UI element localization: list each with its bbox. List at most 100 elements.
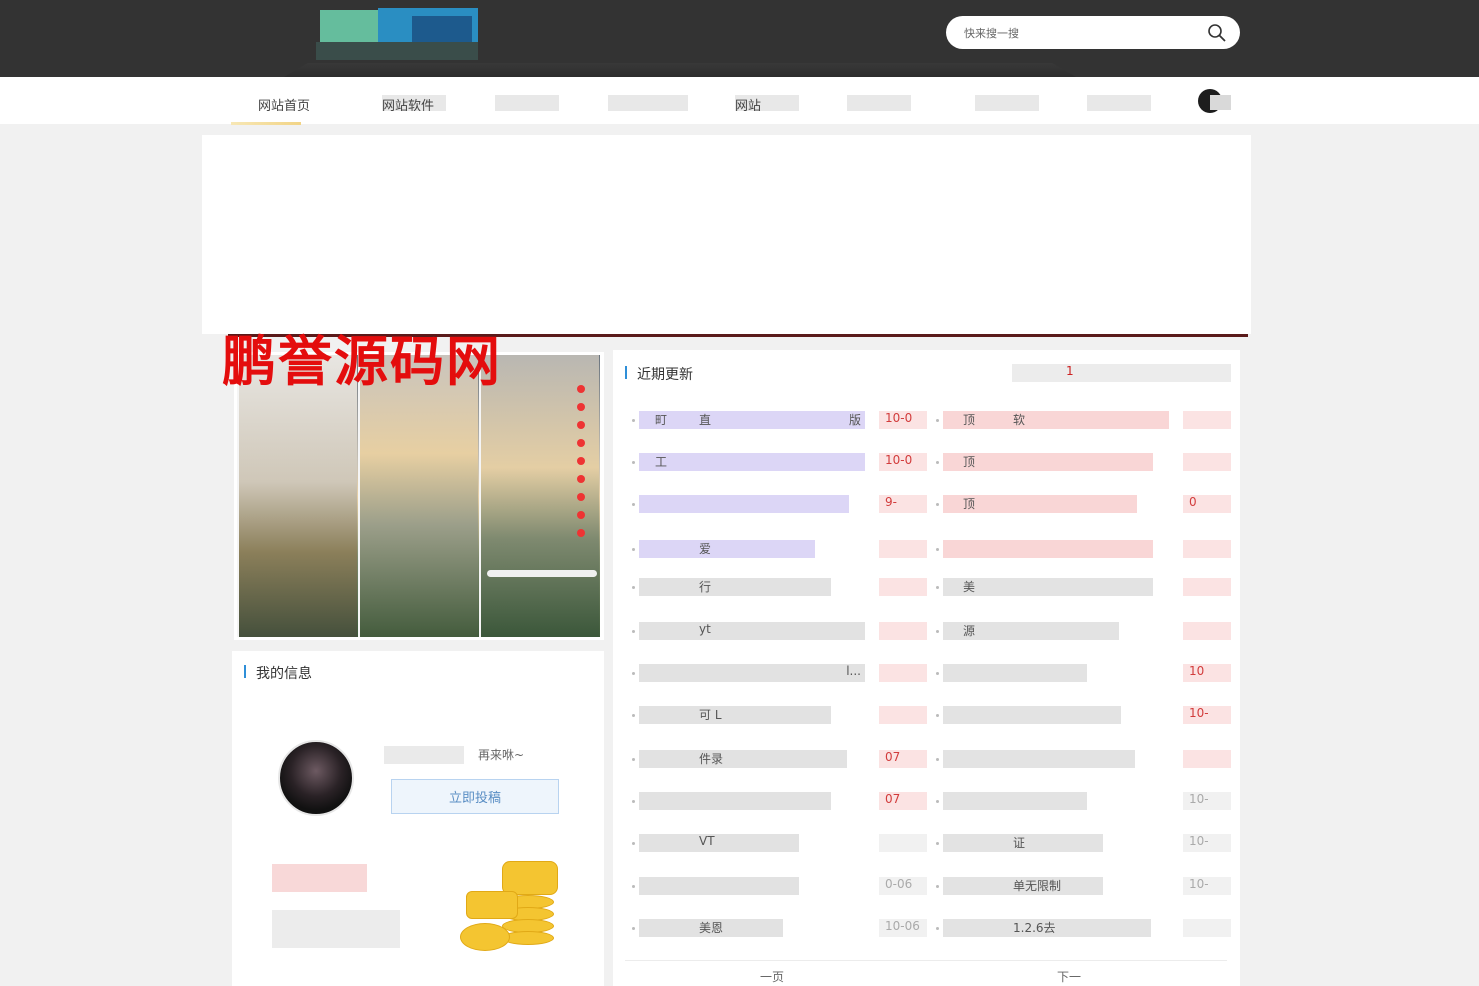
profile-avatar[interactable] bbox=[278, 740, 354, 816]
list-item-left-date[interactable] bbox=[879, 706, 927, 724]
list-bullet bbox=[632, 503, 635, 506]
nav-item-home[interactable]: 网站首页 bbox=[258, 95, 322, 111]
list-item-right-date[interactable]: 10- bbox=[1183, 792, 1231, 810]
list-item-left[interactable]: 爱 bbox=[639, 540, 815, 558]
nav-item-7[interactable] bbox=[975, 95, 1039, 111]
list-item-right[interactable]: 顶 bbox=[943, 453, 1153, 471]
list-item-left[interactable]: 直町版 bbox=[639, 411, 865, 429]
list-tab-hot[interactable]: 1 bbox=[1066, 364, 1074, 378]
list-item-right-date[interactable]: 10- bbox=[1183, 877, 1231, 895]
list-item-left[interactable] bbox=[639, 495, 849, 513]
points-label bbox=[272, 864, 367, 892]
featured-slide[interactable] bbox=[234, 352, 604, 640]
list-item-right-date[interactable]: 0 bbox=[1183, 495, 1231, 513]
list-item-left[interactable]: 可 L bbox=[639, 706, 831, 724]
list-item-right[interactable] bbox=[943, 706, 1121, 724]
list-item-left-label: 件录 bbox=[699, 752, 724, 766]
next-page-link[interactable]: 下一 bbox=[1057, 968, 1081, 985]
list-bullet bbox=[632, 419, 635, 422]
list-item-left[interactable]: VT bbox=[639, 834, 799, 852]
list-item-left-date[interactable]: 07 bbox=[879, 792, 927, 810]
list-item-right[interactable]: 软顶 bbox=[943, 411, 1169, 429]
list-bullet bbox=[632, 461, 635, 464]
list-item-left[interactable]: l... bbox=[639, 664, 865, 682]
list-item-right-date[interactable] bbox=[1183, 750, 1231, 768]
nav-item-8[interactable] bbox=[1087, 95, 1151, 111]
list-item-right[interactable] bbox=[943, 664, 1087, 682]
my-info-title: 我的信息 bbox=[244, 663, 312, 683]
list-item-right-date[interactable] bbox=[1183, 411, 1231, 429]
list-item-right-prefix: 源 bbox=[963, 624, 976, 638]
list-item-left-label: 爱 bbox=[699, 542, 712, 556]
list-item-left-date[interactable]: 07 bbox=[879, 750, 927, 768]
list-item-right[interactable] bbox=[943, 750, 1135, 768]
list-item-right[interactable]: 顶 bbox=[943, 495, 1137, 513]
list-item-right-date[interactable] bbox=[1183, 622, 1231, 640]
list-bullet bbox=[936, 927, 939, 930]
list-item-left-label: VT bbox=[699, 834, 715, 848]
list-item-left-date[interactable]: 10-0 bbox=[879, 411, 927, 429]
list-item-right-date[interactable] bbox=[1183, 919, 1231, 937]
list-item-left[interactable]: yt bbox=[639, 622, 865, 640]
list-bullet bbox=[936, 548, 939, 551]
list-item-left[interactable] bbox=[639, 877, 799, 895]
site-logo[interactable] bbox=[316, 8, 478, 60]
list-item-right-date[interactable] bbox=[1183, 540, 1231, 558]
watermark-text: 鹏誉源码网 bbox=[222, 329, 502, 393]
list-item-right[interactable]: 源 bbox=[943, 622, 1119, 640]
list-item-left[interactable]: 行 bbox=[639, 578, 831, 596]
list-item-right[interactable]: 证 bbox=[943, 834, 1103, 852]
list-item-right-date[interactable]: 10 bbox=[1183, 664, 1231, 682]
nav-item-6[interactable] bbox=[847, 95, 911, 111]
list-bullet bbox=[936, 630, 939, 633]
list-item-left-date[interactable]: 10-0 bbox=[879, 453, 927, 471]
prev-page-link[interactable]: 一页 bbox=[760, 968, 784, 985]
site-header bbox=[0, 0, 1479, 77]
search-input[interactable] bbox=[964, 23, 1204, 43]
list-item-right-date-label: 10- bbox=[1189, 877, 1209, 891]
list-item-right-label: 1.2.6去 bbox=[1013, 921, 1056, 935]
list-item-right[interactable] bbox=[943, 792, 1087, 810]
greeting-text: 再来咻~ bbox=[384, 746, 524, 764]
list-item-left[interactable]: 工 bbox=[639, 453, 865, 471]
list-item-left-suffix: 版 bbox=[848, 413, 861, 427]
list-item-right-date[interactable]: 10- bbox=[1183, 834, 1231, 852]
list-item-left-label: 美恩 bbox=[699, 921, 724, 935]
list-item-right-date[interactable] bbox=[1183, 578, 1231, 596]
list-item-right[interactable]: 美 bbox=[943, 578, 1153, 596]
list-item-left-date[interactable] bbox=[879, 834, 927, 852]
featured-image bbox=[237, 355, 600, 637]
list-bullet bbox=[936, 800, 939, 803]
list-item-left-date[interactable] bbox=[879, 540, 927, 558]
list-item-right-date[interactable]: 10- bbox=[1183, 706, 1231, 724]
list-item-right-date-label: 10 bbox=[1189, 664, 1205, 678]
list-item-left-date[interactable]: 0-06 bbox=[879, 877, 927, 895]
list-item-left-date[interactable]: 9- bbox=[879, 495, 927, 513]
list-item-left[interactable]: 件录 bbox=[639, 750, 847, 768]
search-icon[interactable] bbox=[1206, 22, 1228, 44]
list-item-left[interactable]: 美恩 bbox=[639, 919, 783, 937]
list-item-left-date[interactable] bbox=[879, 622, 927, 640]
list-item-right-date[interactable] bbox=[1183, 453, 1231, 471]
list-item-left-date-label: 10-06 bbox=[885, 919, 920, 933]
list-item-left-date[interactable] bbox=[879, 664, 927, 682]
nav-item-3[interactable] bbox=[495, 95, 559, 111]
submit-post-button[interactable]: 立即投稿 bbox=[391, 779, 559, 814]
list-item-left-date[interactable] bbox=[879, 578, 927, 596]
user-menu-icon[interactable] bbox=[1210, 95, 1231, 110]
list-item-right-label: 证 bbox=[1013, 836, 1026, 850]
list-item-left[interactable] bbox=[639, 792, 831, 810]
list-item-left-date[interactable]: 10-06 bbox=[879, 919, 927, 937]
list-bullet bbox=[936, 714, 939, 717]
list-tabs[interactable]: 1 bbox=[1012, 364, 1231, 382]
list-bullet bbox=[936, 758, 939, 761]
list-item-right[interactable] bbox=[943, 540, 1153, 558]
list-bullet bbox=[936, 842, 939, 845]
list-bullet bbox=[936, 503, 939, 506]
nav-item-5[interactable]: 网站 bbox=[735, 95, 799, 111]
nav-item-4[interactable] bbox=[608, 95, 688, 111]
list-item-right[interactable]: 单无限制 bbox=[943, 877, 1103, 895]
nav-item-software[interactable]: 网站软件 bbox=[382, 95, 446, 111]
list-item-right[interactable]: 1.2.6去 bbox=[943, 919, 1151, 937]
list-bullet bbox=[936, 885, 939, 888]
